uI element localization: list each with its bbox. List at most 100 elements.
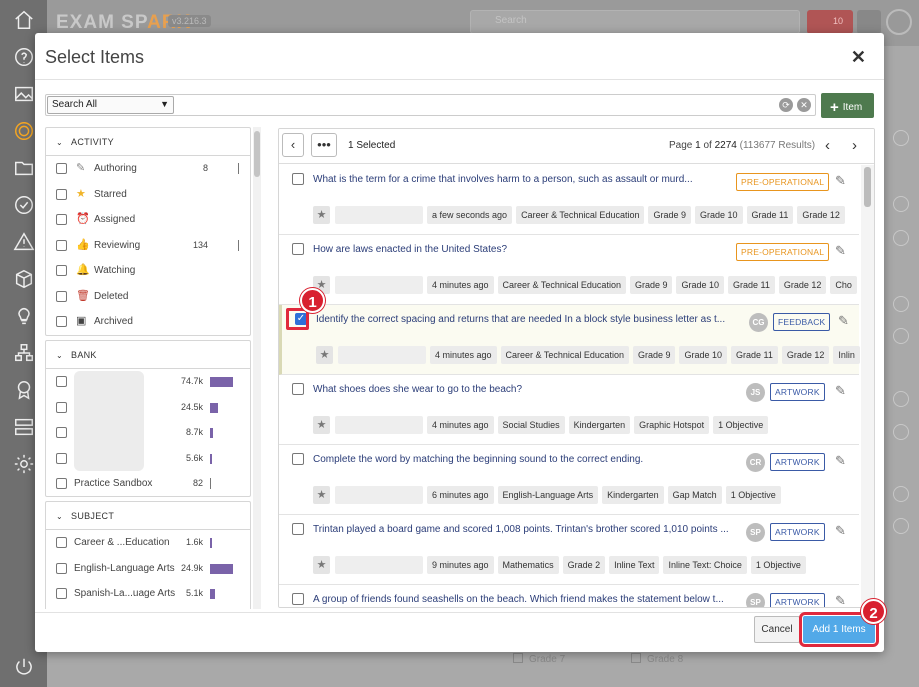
result-item[interactable]: A group of friends found seashells on th… — [279, 585, 859, 607]
edit-pencil-icon[interactable]: ✎ — [835, 173, 846, 189]
edit-pencil-icon[interactable]: ✎ — [835, 243, 846, 259]
edit-pencil-icon[interactable]: ✎ — [835, 453, 846, 469]
award-icon[interactable] — [12, 378, 36, 402]
filter-activity-deleted[interactable]: 🗑 Deleted — [46, 284, 250, 310]
item-question-text[interactable]: What shoes does she wear to go to the be… — [313, 384, 738, 395]
lightbulb-icon[interactable] — [893, 196, 909, 212]
item-question-text[interactable]: Complete the word by matching the beginn… — [313, 454, 738, 465]
cancel-button[interactable]: Cancel — [754, 616, 800, 643]
global-search-input[interactable]: Search — [470, 10, 800, 34]
filter-activity-watching[interactable]: 🔔 Watching — [46, 258, 250, 284]
home-icon[interactable] — [12, 8, 36, 32]
filter-subject-item[interactable]: English-Language Arts 24.9k — [46, 556, 250, 582]
check-circle-icon[interactable] — [12, 193, 36, 217]
gear-icon[interactable] — [12, 452, 36, 476]
checkbox[interactable] — [56, 239, 67, 251]
power-icon[interactable] — [12, 655, 36, 679]
result-item[interactable]: What is the term for a crime that involv… — [279, 165, 859, 235]
target-icon[interactable] — [12, 119, 36, 143]
check-icon[interactable] — [893, 296, 909, 312]
thumbs-up-icon[interactable] — [893, 328, 909, 344]
more-options-button[interactable]: ••• — [311, 133, 337, 157]
filter-subject-item[interactable]: Career & ...Education 1.6k — [46, 530, 250, 556]
result-item[interactable]: How are laws enacted in the United State… — [279, 235, 859, 305]
edit-pencil-icon[interactable]: ✎ — [835, 593, 846, 607]
add-item-button[interactable]: + Item — [821, 93, 874, 118]
result-item[interactable]: What shoes does she wear to go to the be… — [279, 375, 859, 445]
checkbox[interactable] — [56, 588, 67, 599]
refresh-icon[interactable]: ⟳ — [779, 98, 793, 112]
checkbox[interactable] — [56, 316, 67, 327]
results-scrollbar[interactable] — [861, 165, 874, 607]
star-icon[interactable]: ★ — [313, 556, 330, 574]
help-icon[interactable] — [12, 45, 36, 69]
checkbox[interactable] — [56, 562, 67, 574]
filter-activity-starred[interactable]: ★ Starred — [46, 182, 250, 208]
checkbox[interactable] — [56, 214, 67, 225]
item-search-bar[interactable]: Search All ▼ ⟳ ✕ — [45, 94, 816, 116]
star-icon[interactable]: ★ — [313, 486, 330, 504]
activity-header[interactable]: ⌄ ACTIVITY — [46, 128, 250, 156]
edit-pencil-icon[interactable]: ✎ — [835, 383, 846, 399]
checkbox[interactable] — [56, 537, 67, 548]
filter-subject-item[interactable]: Spanish-La...uage Arts 5.1k — [46, 581, 250, 607]
folder-icon[interactable] — [12, 156, 36, 180]
prev-page-icon[interactable]: ‹ — [825, 137, 830, 154]
checkbox[interactable] — [56, 163, 67, 174]
info-icon[interactable] — [893, 130, 909, 146]
item-checkbox[interactable] — [292, 383, 304, 395]
clock-icon[interactable] — [893, 391, 909, 407]
comment-icon[interactable] — [893, 230, 909, 246]
edit-pencil-icon[interactable]: ✎ — [835, 523, 846, 539]
checkbox[interactable] — [56, 401, 67, 413]
send-icon[interactable] — [893, 424, 909, 440]
print-icon[interactable] — [893, 486, 909, 502]
sitemap-icon[interactable] — [12, 341, 36, 365]
item-checkbox[interactable] — [292, 453, 304, 465]
result-item[interactable]: ✓ Identify the correct spacing and return… — [279, 305, 860, 375]
item-checkbox[interactable] — [292, 593, 304, 605]
close-icon[interactable]: ✕ — [851, 47, 866, 68]
filter-bank-item[interactable]: 5.6k — [46, 446, 250, 472]
result-item[interactable]: Complete the word by matching the beginn… — [279, 445, 859, 515]
item-question-text[interactable]: A group of friends found seashells on th… — [313, 594, 738, 605]
checkbox[interactable] — [56, 452, 67, 464]
server-icon[interactable] — [12, 415, 36, 439]
checkbox[interactable] — [56, 188, 67, 200]
item-checkbox[interactable] — [292, 243, 304, 255]
filter-bank-item[interactable]: 24.5k — [46, 395, 250, 421]
filter-activity-authoring[interactable]: ✎ Authoring 8 — [46, 156, 250, 182]
edit-pencil-icon[interactable]: ✎ — [838, 313, 849, 329]
notifications-button[interactable]: 10 — [807, 10, 853, 34]
lightbulb-icon[interactable] — [12, 304, 36, 328]
filter-bank-item[interactable]: 74.7k — [46, 369, 250, 395]
item-checkbox[interactable] — [292, 523, 304, 535]
dollar-icon[interactable] — [893, 518, 909, 534]
search-scope-select[interactable]: Search All ▼ — [47, 96, 174, 114]
item-question-text[interactable]: What is the term for a crime that involv… — [313, 174, 738, 185]
item-question-text[interactable]: Identify the correct spacing and returns… — [316, 314, 741, 325]
filter-activity-reviewing[interactable]: 👍 Reviewing 134 — [46, 233, 250, 259]
next-page-icon[interactable]: › — [852, 137, 857, 154]
star-icon[interactable]: ★ — [313, 416, 330, 434]
checkbox[interactable] — [56, 376, 67, 387]
checkbox[interactable] — [56, 427, 67, 438]
clear-icon[interactable]: ✕ — [797, 98, 811, 112]
apps-grid-button[interactable] — [857, 10, 881, 34]
back-button[interactable]: ‹ — [282, 133, 304, 157]
filter-activity-assigned[interactable]: ⏰ Assigned — [46, 207, 250, 233]
star-icon[interactable]: ★ — [313, 206, 330, 224]
checkbox[interactable] — [56, 290, 67, 302]
filter-scrollbar[interactable] — [253, 127, 261, 609]
bank-header[interactable]: ⌄ BANK — [46, 341, 250, 369]
cube-icon[interactable] — [12, 267, 36, 291]
result-item[interactable]: Trintan played a board game and scored 1… — [279, 515, 859, 585]
filter-activity-archived[interactable]: ▣ Archived — [46, 309, 250, 335]
user-avatar[interactable] — [886, 9, 912, 35]
item-question-text[interactable]: Trintan played a board game and scored 1… — [313, 524, 738, 535]
item-checkbox[interactable] — [292, 173, 304, 185]
filter-bank-item[interactable]: 8.7k — [46, 420, 250, 446]
images-icon[interactable] — [12, 82, 36, 106]
item-question-text[interactable]: How are laws enacted in the United State… — [313, 244, 738, 255]
warning-icon[interactable] — [12, 230, 36, 254]
